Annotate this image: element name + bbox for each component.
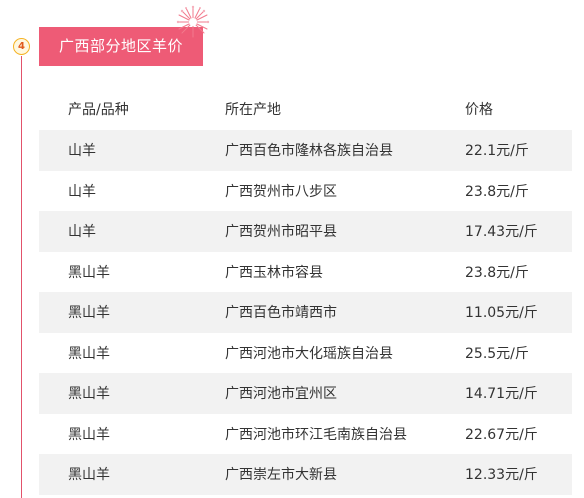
table-row: 黑山羊 广西百色市靖西市 11.05元/斤 (39, 292, 572, 333)
table-header-row: 产品/品种 所在产地 价格 (39, 88, 572, 130)
price-cell: 25.5元/斤 (465, 345, 529, 362)
origin-cell: 广西玉林市容县 (225, 264, 323, 281)
table-row: 山羊 广西贺州市昭平县 17.43元/斤 (39, 211, 572, 252)
origin-cell: 广西河池市宜州区 (225, 386, 337, 403)
product-cell: 山羊 (68, 183, 96, 200)
header-origin: 所在产地 (225, 102, 281, 118)
price-cell: 11.05元/斤 (465, 305, 538, 322)
price-cell: 12.33元/斤 (465, 467, 538, 484)
product-cell: 黑山羊 (68, 386, 110, 403)
origin-cell: 广西崇左市大新县 (225, 467, 337, 484)
table-row: 山羊 广西贺州市八步区 23.8元/斤 (39, 171, 572, 212)
firework-icon (176, 5, 210, 38)
origin-cell: 广西贺州市昭平县 (225, 224, 337, 241)
timeline-line (21, 56, 22, 498)
header-price: 价格 (465, 102, 493, 118)
price-cell: 23.8元/斤 (465, 264, 529, 281)
product-cell: 黑山羊 (68, 426, 110, 443)
header-product: 产品/品种 (68, 102, 129, 118)
table-row: 黑山羊 广西河池市宜州区 14.71元/斤 (39, 373, 572, 414)
product-cell: 黑山羊 (68, 345, 110, 362)
product-cell: 黑山羊 (68, 467, 110, 484)
price-cell: 14.71元/斤 (465, 386, 538, 403)
table-row: 黑山羊 广西玉林市容县 23.8元/斤 (39, 252, 572, 293)
product-cell: 山羊 (68, 143, 96, 160)
origin-cell: 广西百色市靖西市 (225, 305, 337, 322)
origin-cell: 广西河池市环江毛南族自治县 (225, 426, 407, 443)
table-row: 黑山羊 广西崇左市大新县 12.33元/斤 (39, 454, 572, 495)
step-number-badge: 4 (13, 38, 30, 55)
price-cell: 17.43元/斤 (465, 224, 538, 241)
product-cell: 黑山羊 (68, 264, 110, 281)
price-table: 产品/品种 所在产地 价格 山羊 广西百色市隆林各族自治县 22.1元/斤 山羊… (39, 88, 572, 495)
origin-cell: 广西百色市隆林各族自治县 (225, 143, 393, 160)
table-row: 山羊 广西百色市隆林各族自治县 22.1元/斤 (39, 130, 572, 171)
price-cell: 22.1元/斤 (465, 143, 529, 160)
product-cell: 黑山羊 (68, 305, 110, 322)
price-cell: 22.67元/斤 (465, 426, 538, 443)
product-cell: 山羊 (68, 224, 96, 241)
origin-cell: 广西河池市大化瑶族自治县 (225, 345, 393, 362)
price-cell: 23.8元/斤 (465, 183, 529, 200)
table-row: 黑山羊 广西河池市环江毛南族自治县 22.67元/斤 (39, 414, 572, 455)
table-row: 黑山羊 广西河池市大化瑶族自治县 25.5元/斤 (39, 333, 572, 374)
origin-cell: 广西贺州市八步区 (225, 183, 337, 200)
